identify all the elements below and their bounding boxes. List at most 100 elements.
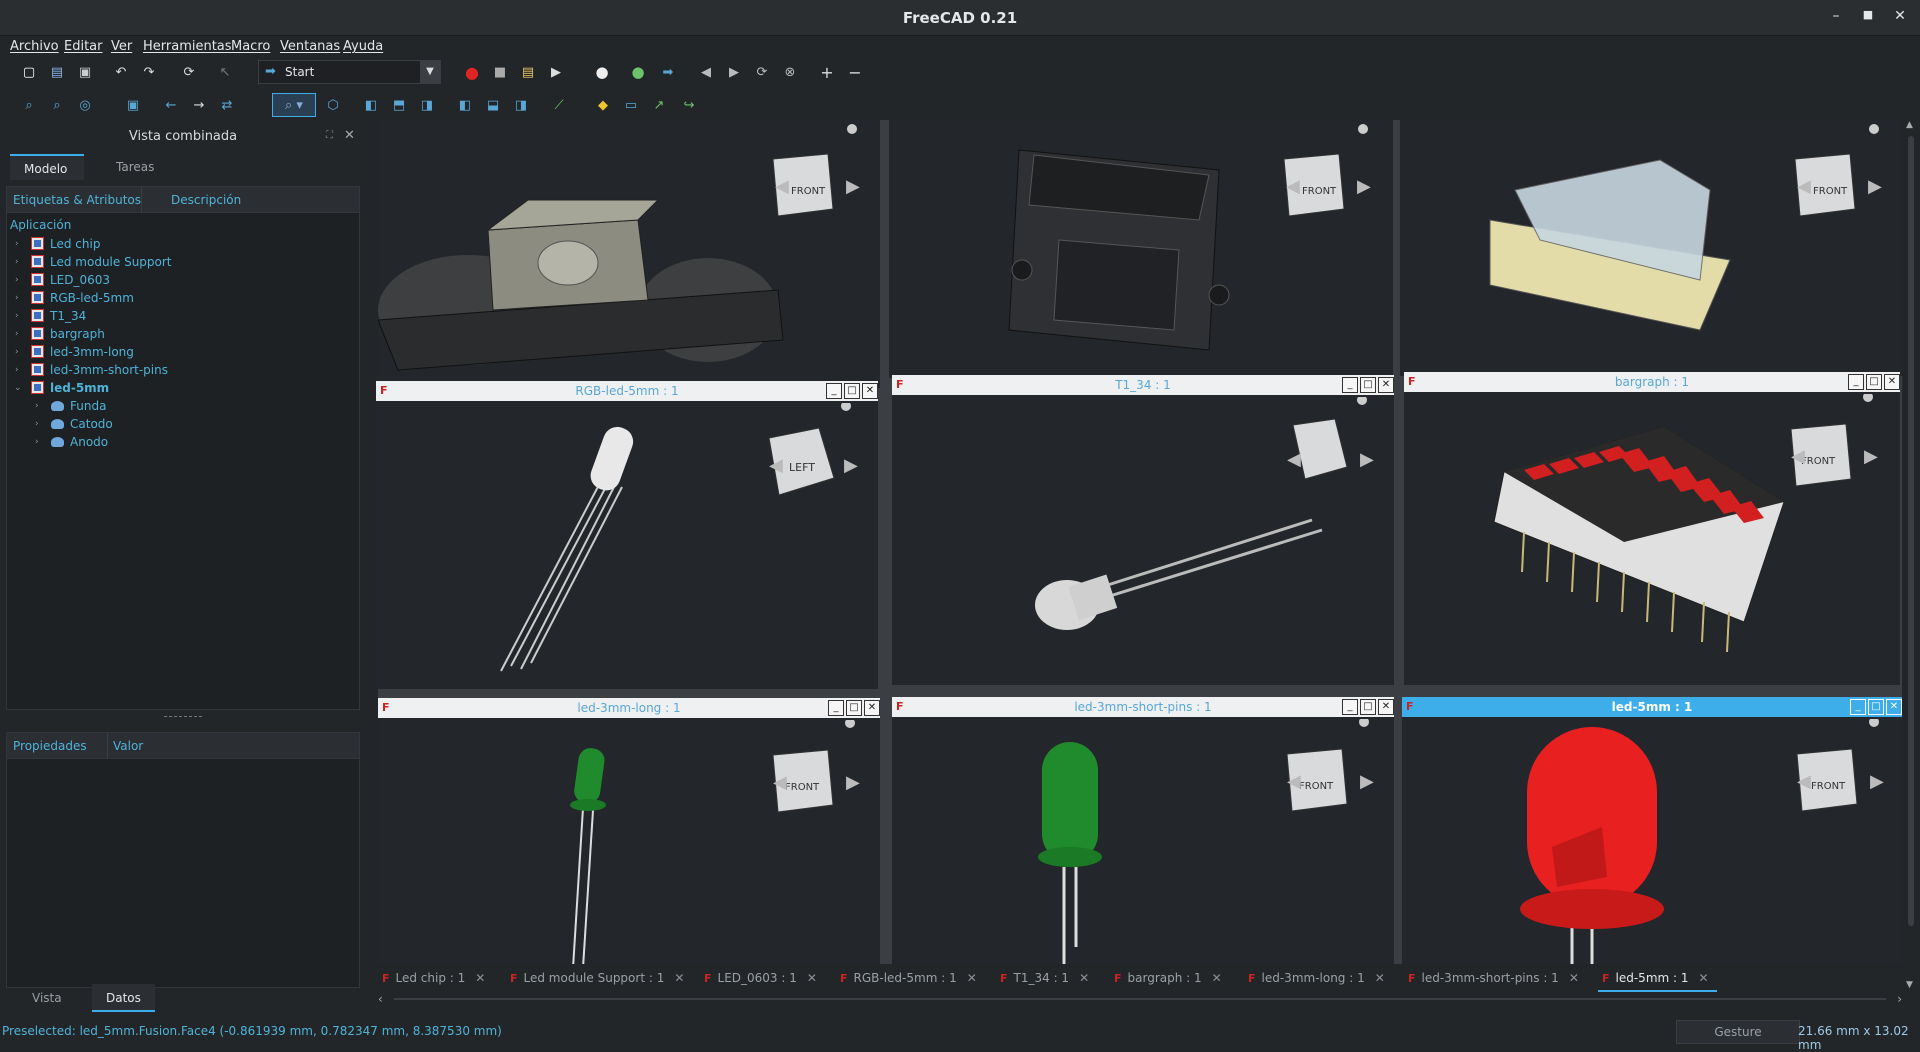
expand-arrow-icon[interactable]: › [35,401,39,411]
chevron-right-icon[interactable]: › [1897,992,1902,1006]
tree-item-t1-34[interactable]: T1_34 [31,309,86,323]
tree-item-led-3mm-long[interactable]: led-3mm-long [31,345,134,359]
horizontal-scrollbar[interactable]: ‹ › [378,992,1902,1006]
minimize-icon[interactable]: _ [1850,699,1866,715]
3d-view[interactable]: FRONT ◀ ▶ [378,718,880,965]
doc-tab[interactable]: Fbargraph : 1 ✕ [1114,964,1222,992]
subwindow-titlebar[interactable]: F led-3mm-short-pins : 1 _ □ ✕ [892,697,1394,717]
bottom-view-icon[interactable]: ⬓ [484,96,502,114]
measure-icon[interactable]: ⟋ [550,96,568,114]
fit-selection-icon[interactable]: ⌕ [48,96,66,114]
maximize-icon[interactable]: □ [1868,699,1884,715]
navigation-cube[interactable]: FRONT ◀ ▶ [1761,392,1891,527]
3d-view[interactable]: LEFT ◀ ▶ [376,401,878,689]
close-icon[interactable]: ✕ [862,383,878,399]
minimize-icon[interactable]: _ [1342,699,1358,715]
chevron-down-icon[interactable]: ▼ [1906,980,1913,990]
expand-arrow-icon[interactable]: › [15,347,19,357]
subwindow-led-chip[interactable]: FRONT ◀ ▶ [378,120,880,388]
close-icon[interactable]: ✕ [1378,377,1394,393]
minimize-button[interactable]: – [1826,8,1846,24]
menu-macro[interactable]: Macro [231,39,270,54]
expand-arrow-icon[interactable]: › [15,311,19,321]
close-icon[interactable]: ✕ [967,971,977,985]
tab-modelo[interactable]: Modelo [10,154,84,180]
isometric-icon[interactable]: ⬡ [324,96,342,114]
rear-view-icon[interactable]: ◧ [456,96,474,114]
save-icon[interactable]: ▣ [76,63,94,81]
left-view-icon[interactable]: ◨ [512,96,530,114]
subwindow-led-3mm-long[interactable]: F led-3mm-long : 1 _ □ ✕ FRONT ◀ ▶ [378,698,880,965]
tab-datos[interactable]: Datos [92,984,155,1012]
new-document-icon[interactable]: ▢ [20,63,38,81]
props-header-property[interactable]: Propiedades [13,739,87,753]
scroll-track[interactable] [394,998,1886,1000]
tree-item-funda[interactable]: Funda [51,399,106,413]
subwindow-titlebar[interactable]: F T1_34 : 1 _ □ ✕ [892,375,1394,395]
chevron-down-icon[interactable]: ▼ [420,61,440,83]
draw-style-icon[interactable]: ◎ [76,96,94,114]
tree-root[interactable]: Aplicación [10,218,71,232]
doc-tab[interactable]: F Led chip : 1 ✕ [382,964,485,992]
tree-item-led-5mm[interactable]: led-5mm [31,381,109,395]
menu-ventanas[interactable]: Ventanas [280,39,340,54]
record-macro-icon[interactable]: ● [463,63,481,82]
minimize-icon[interactable]: _ [1848,374,1864,390]
navigation-cube[interactable]: LEFT ◀ ▶ [739,401,869,536]
expand-arrow-icon[interactable]: › [15,275,19,285]
open-document-icon[interactable]: ▤ [48,63,66,81]
front-view-icon[interactable]: ◧ [362,96,380,114]
tree-header-description[interactable]: Descripción [171,193,241,207]
expand-arrow-icon[interactable]: › [15,365,19,375]
forward-icon[interactable]: ▶ [725,63,743,81]
float-panel-icon[interactable]: ⛶ [326,130,333,141]
stop-icon[interactable]: ⊗ [781,63,799,81]
menu-editar[interactable]: Editar [64,39,103,54]
collapse-arrow-icon[interactable]: ⌄ [14,383,22,393]
close-button[interactable]: ✕ [1890,8,1910,24]
doc-tab[interactable]: F T1_34 : 1 ✕ [1000,964,1089,992]
3d-view[interactable]: FRONT ◀ ▶ [889,120,1393,378]
globe-icon[interactable]: ● [629,63,647,81]
subwindow-titlebar[interactable]: F led-3mm-long : 1 _ □ ✕ [378,698,880,718]
close-icon[interactable]: ✕ [1212,971,1222,985]
3d-view[interactable]: ◀ ▶ [892,395,1394,685]
web-icon[interactable]: ● [593,63,611,81]
redo-icon[interactable]: ↷ [140,63,158,81]
doc-tab[interactable]: Fled-3mm-long : 1 ✕ [1248,964,1385,992]
close-panel-icon[interactable]: ✕ [344,128,355,143]
tree-item-anodo[interactable]: Anodo [51,435,108,449]
workbench-selector[interactable]: ➡ Start ▼ [258,60,441,84]
maximize-icon[interactable]: □ [846,700,862,716]
subwindow-led-5mm[interactable]: F led-5mm : 1 _ □ ✕ FRONT ◀ ▶ [1402,697,1902,965]
navigation-cube[interactable]: FRONT ◀ ▶ [1254,124,1384,257]
refresh-icon[interactable]: ⟳ [180,63,198,81]
subwindow-led-0603[interactable]: FRONT ◀ ▶ [1400,120,1902,376]
subwindow-led-3mm-short-pins[interactable]: F led-3mm-short-pins : 1 _ □ ✕ FRONT ◀ ▶ [892,697,1394,965]
close-icon[interactable]: ✕ [1884,374,1900,390]
close-icon[interactable]: ✕ [674,971,684,985]
close-icon[interactable]: ✕ [1079,971,1089,985]
subwindow-titlebar[interactable]: F bargraph : 1 _ □ ✕ [1404,372,1900,392]
std-views-icon[interactable]: ⌕ ▾ [272,93,316,117]
navigation-cube[interactable]: FRONT ◀ ▶ [1765,124,1895,257]
tree-item-bargraph[interactable]: bargraph [31,327,105,341]
splitter-handle[interactable] [164,716,202,717]
3d-view[interactable]: FRONT ◀ ▶ [1400,120,1902,376]
tree-item-led-chip[interactable]: Led chip [31,237,100,251]
close-icon[interactable]: ✕ [1886,699,1902,715]
maximize-icon[interactable]: □ [844,383,860,399]
tree-item-catodo[interactable]: Catodo [51,417,113,431]
doc-tab[interactable]: F Led module Support : 1 ✕ [510,964,684,992]
view-back-icon[interactable]: ← [162,96,180,114]
expand-arrow-icon[interactable]: › [15,329,19,339]
menu-ver[interactable]: Ver [111,39,132,54]
tree-item-led-3mm-short-pins[interactable]: led-3mm-short-pins [31,363,168,377]
link-actions-icon[interactable]: ↪ [680,96,698,114]
navigation-cube[interactable]: FRONT ◀ ▶ [743,718,873,853]
minimize-icon[interactable]: _ [828,700,844,716]
tab-tareas[interactable]: Tareas [102,154,168,180]
right-view-icon[interactable]: ◨ [418,96,436,114]
url-arrow-icon[interactable]: ➡ [659,63,677,81]
part-icon[interactable]: ◆ [594,96,612,114]
